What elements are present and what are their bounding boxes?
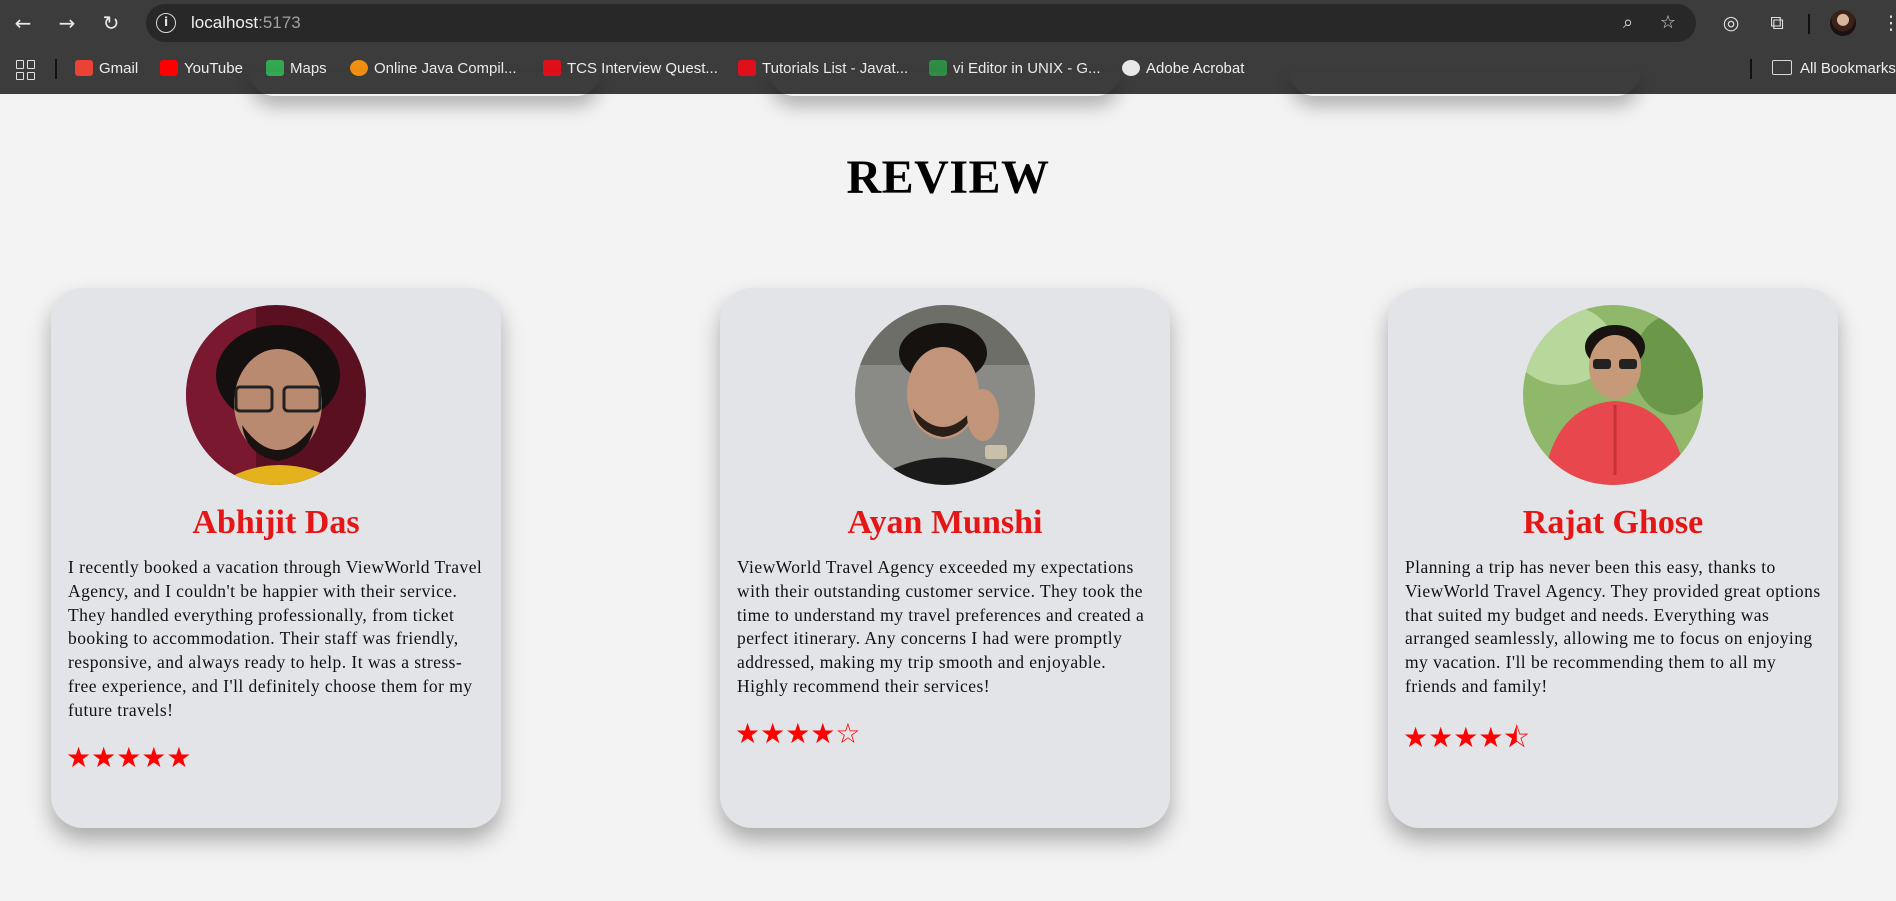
bookmark-divider [55, 59, 57, 79]
review-text: Planning a trip has never been this easy… [1405, 557, 1821, 696]
youtube-icon [160, 60, 178, 76]
previous-card-shadow [1290, 72, 1640, 96]
extension-target-icon[interactable]: ◎ [1718, 10, 1744, 36]
site-info-icon[interactable]: i [156, 13, 176, 33]
bookmark-youtube[interactable]: YouTube [160, 59, 243, 79]
url-text[interactable]: localhost:5173 [191, 13, 301, 33]
menu-kebab-icon[interactable]: ⋮ [1878, 10, 1896, 36]
javatpoint-icon [738, 60, 756, 76]
url-port: :5173 [258, 13, 301, 32]
previous-card-shadow [770, 72, 1120, 96]
star-rating: ★★★★☆ [735, 717, 861, 750]
review-card: Ayan Munshi ViewWorld Travel Agency exce… [720, 288, 1170, 828]
all-bookmarks[interactable]: All Bookmarks [1772, 59, 1896, 79]
browser-toolbar: ← → ↻ i localhost:5173 ⌕ ☆ ◎ ⧉ ⋮ [0, 0, 1896, 46]
back-arrow-icon[interactable]: ← [8, 8, 38, 38]
bookmark-label: Gmail [99, 60, 139, 77]
reviewer-photo [855, 305, 1035, 485]
bookmark-adobe-acrobat[interactable]: Adobe Acrobat [1122, 59, 1244, 79]
bookmark-star-icon[interactable]: ☆ [1656, 11, 1680, 35]
reviewer-photo [1523, 305, 1703, 485]
review-heading: REVIEW [846, 151, 1050, 204]
review-card: Abhijit Das I recently booked a vacation… [51, 288, 501, 828]
reviewer-name: Abhijit Das [192, 504, 360, 541]
star-rating: ★★★★⯪ [1403, 721, 1530, 754]
bookmark-label: Adobe Acrobat [1146, 60, 1245, 77]
bookmark-divider [1750, 59, 1752, 79]
globe-icon [1122, 60, 1140, 76]
bookmark-label: YouTube [184, 60, 243, 77]
star-rating: ★★★★★ [66, 741, 192, 774]
toolbar-divider [1808, 14, 1810, 34]
reviewer-name: Rajat Ghose [1522, 504, 1704, 541]
address-bar[interactable]: i localhost:5173 ⌕ ☆ [146, 4, 1696, 42]
review-card: Rajat Ghose Planning a trip has never be… [1388, 288, 1838, 828]
gmail-icon [75, 60, 93, 76]
bookmark-gmail[interactable]: Gmail [75, 59, 138, 79]
extensions-puzzle-icon[interactable]: ⧉ [1764, 10, 1790, 36]
previous-card-shadow [250, 72, 600, 96]
folder-icon [1772, 60, 1792, 75]
zoom-icon[interactable]: ⌕ [1616, 11, 1640, 35]
url-host: localhost [191, 13, 259, 32]
review-text: ViewWorld Travel Agency exceeded my expe… [737, 557, 1145, 696]
all-bookmarks-label: All Bookmarks [1800, 60, 1896, 77]
forward-arrow-icon[interactable]: → [52, 8, 82, 38]
profile-avatar[interactable] [1830, 10, 1856, 36]
apps-grid-icon[interactable] [16, 60, 36, 80]
reviewer-photo [186, 305, 366, 485]
reload-icon[interactable]: ↻ [96, 8, 126, 38]
review-text: I recently booked a vacation through Vie… [68, 557, 483, 720]
reviewer-name: Ayan Munshi [847, 504, 1043, 541]
